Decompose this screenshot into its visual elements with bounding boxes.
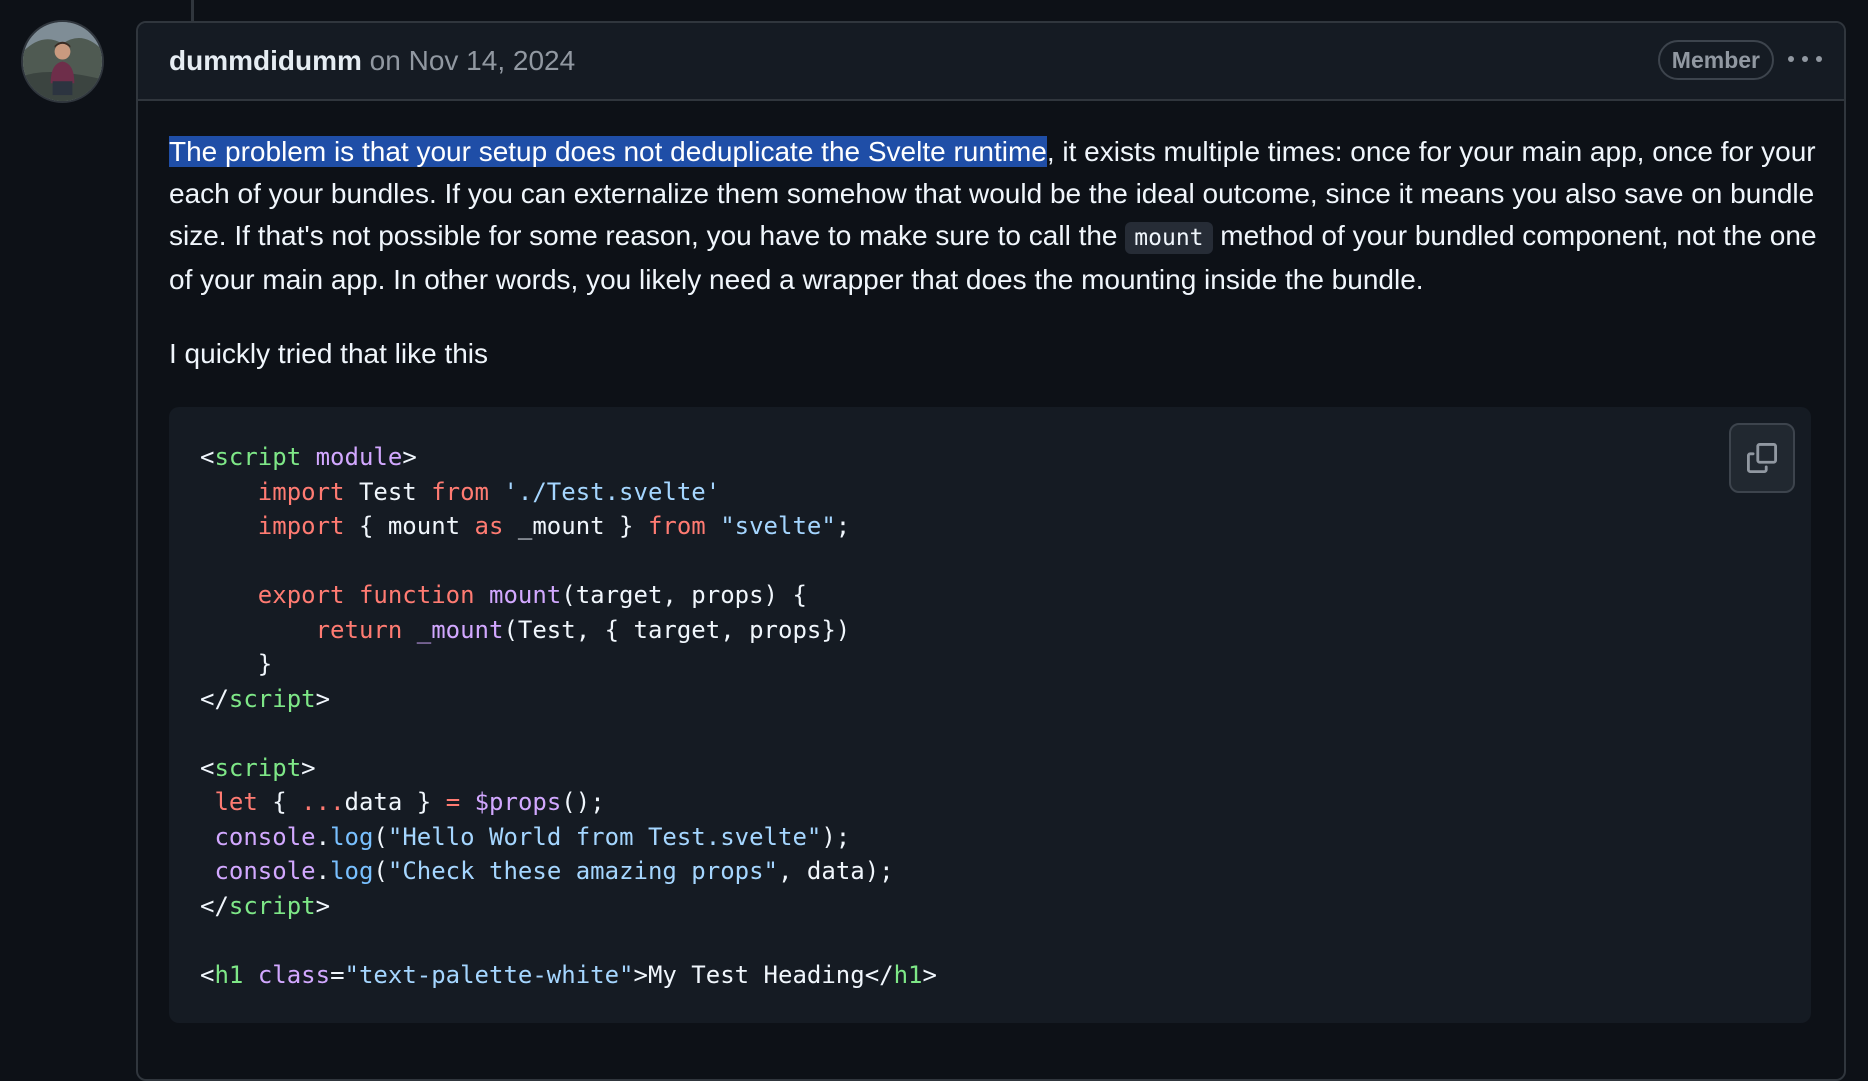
timeline-connector — [191, 0, 194, 22]
comment-date[interactable]: on Nov 14, 2024 — [370, 45, 576, 76]
copy-button[interactable] — [1729, 423, 1795, 493]
author-name[interactable]: dummdidumm — [169, 45, 362, 76]
code-line: let { ...data } = $props(); — [214, 788, 605, 816]
code-line: } — [200, 650, 273, 678]
code-line: <script module> — [200, 443, 417, 471]
code-line: console.log("Hello World from Test.svelt… — [214, 822, 851, 851]
comment-header: dummdidumm on Nov 14, 2024 Member — [138, 23, 1844, 101]
inline-code: mount — [1125, 222, 1213, 254]
code-line: <h1 class="text-palette-white">My Test H… — [200, 960, 937, 989]
kebab-horizontal-icon[interactable] — [1788, 49, 1822, 69]
copy-icon — [1747, 443, 1777, 473]
code-line: </script> — [200, 891, 331, 920]
comment-paragraph: The problem is that your setup does not … — [169, 136, 1817, 295]
comment-paragraph: I quickly tried that like this — [169, 338, 489, 369]
code-line: <script> — [200, 753, 316, 782]
code-line: import { mount as _mount } from "svelte"… — [257, 512, 851, 540]
code-line: </script> — [200, 684, 331, 713]
code-content[interactable]: <script module> import Test from './Test… — [200, 440, 937, 992]
code-line: return _mount(Test, { target, props}) — [315, 615, 851, 644]
avatar[interactable] — [21, 20, 104, 103]
selected-text: The problem is that your setup does not … — [169, 136, 1047, 167]
code-line: export function mount(target, props) { — [257, 581, 807, 609]
comment-card: dummdidumm on Nov 14, 2024 Member The pr… — [136, 21, 1846, 1081]
code-line: import Test from './Test.svelte' — [257, 477, 721, 506]
code-line: console.log("Check these amazing props",… — [214, 857, 894, 885]
code-block: <script module> import Test from './Test… — [169, 407, 1811, 1023]
comment-meta: dummdidumm on Nov 14, 2024 — [169, 45, 575, 77]
member-badge: Member — [1657, 40, 1774, 80]
avatar-photo — [23, 22, 102, 101]
comment-body: The problem is that your setup does not … — [169, 131, 1819, 375]
